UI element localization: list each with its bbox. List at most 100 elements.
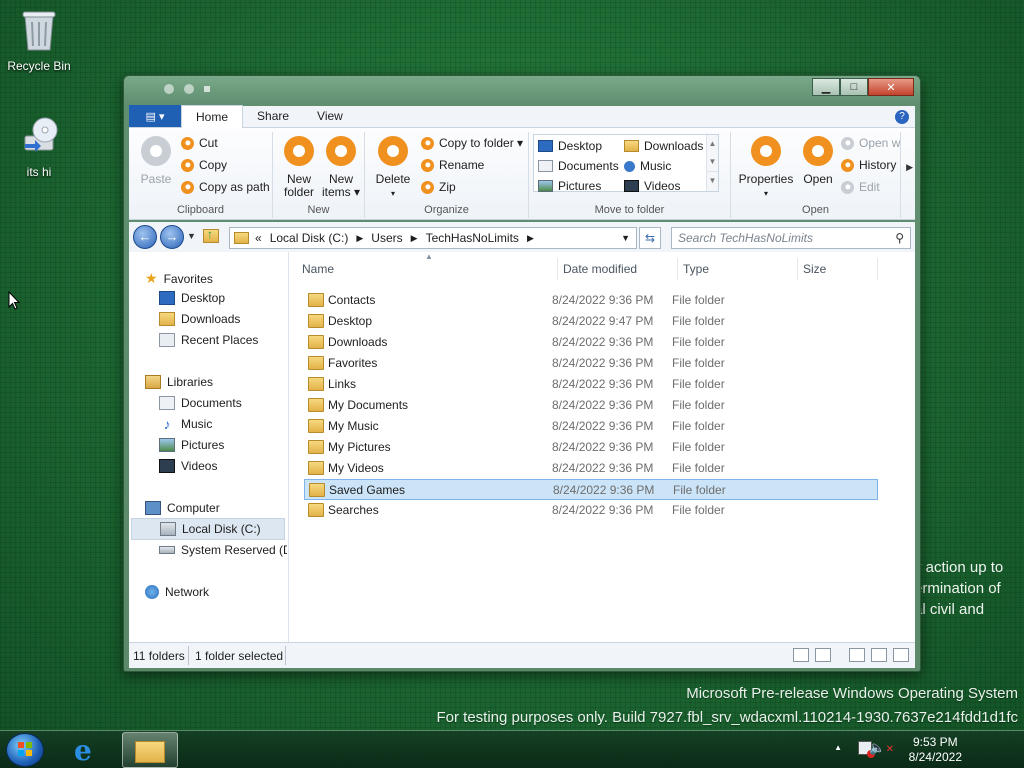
new-items-button[interactable]: New items ▾ — [321, 136, 361, 199]
column-header-type[interactable]: Type — [683, 262, 709, 276]
large-icons-view-icon[interactable] — [815, 648, 831, 662]
desktop-icon-its-hi[interactable]: its hi — [4, 114, 74, 179]
quick-access-toolbar[interactable] — [164, 84, 210, 94]
nav-favorites-recent-places[interactable]: Recent Places — [159, 333, 258, 347]
navigation-pane[interactable]: ★ Favorites Desktop Downloads Recent Plac… — [129, 252, 289, 642]
rename-button[interactable]: Rename — [421, 158, 484, 172]
qat-properties-icon[interactable] — [164, 84, 174, 94]
tab-share[interactable]: Share — [243, 105, 303, 127]
table-row[interactable]: Saved Games 8/24/2022 9:36 PM File folder — [304, 479, 878, 500]
breadcrumb-separator-icon[interactable]: ▶ — [356, 233, 363, 244]
column-divider[interactable] — [557, 258, 558, 280]
delete-button[interactable]: Delete ▾ — [375, 136, 411, 200]
volume-muted-icon[interactable]: 🔈✕ — [869, 740, 894, 756]
gallery-down-icon[interactable]: ▼ — [707, 153, 718, 171]
column-divider[interactable] — [677, 258, 678, 280]
explorer-window[interactable]: ▁ □ ✕ ▤ ▾ Home Share View ? Paste Cut Co… — [123, 75, 921, 672]
move-to-desktop[interactable]: Desktop — [538, 139, 602, 153]
file-list[interactable]: ▲ Name Date modified Type Size Contacts 8… — [289, 252, 915, 642]
breadcrumb-separator-icon[interactable]: ▶ — [411, 233, 418, 244]
open-with-button[interactable]: Open w — [841, 136, 900, 150]
nav-favorites[interactable]: ★ Favorites — [145, 270, 213, 287]
minimize-button[interactable]: ▁ — [812, 78, 840, 96]
address-bar[interactable]: « Local Disk (C:) ▶ Users ▶ TechHasNoLim… — [229, 227, 637, 249]
zip-button[interactable]: Zip — [421, 180, 456, 194]
breadcrumb-local-disk[interactable]: Local Disk (C:) — [270, 231, 349, 245]
table-row[interactable]: Searches 8/24/2022 9:36 PM File folder — [304, 500, 878, 521]
column-header-size[interactable]: Size — [803, 262, 826, 276]
start-button[interactable] — [6, 733, 44, 767]
copy-as-path-button[interactable]: Copy as path — [181, 180, 270, 194]
move-to-videos[interactable]: Videos — [624, 179, 680, 193]
recent-locations-icon[interactable]: ▼ — [187, 231, 196, 241]
qat-new-folder-icon[interactable] — [184, 84, 194, 94]
nav-libraries-music[interactable]: ♪ Music — [159, 417, 213, 431]
details-pane-toggle-icon[interactable] — [893, 648, 909, 662]
table-row[interactable]: My Videos 8/24/2022 9:36 PM File folder — [304, 458, 878, 479]
properties-button[interactable]: Properties ▾ — [735, 136, 797, 200]
refresh-button[interactable]: ⇆ — [639, 227, 661, 249]
copy-to-folder-button[interactable]: Copy to folder ▾ — [421, 136, 523, 150]
column-header-date-modified[interactable]: Date modified — [563, 262, 637, 276]
up-folder-icon[interactable]: ↑ — [203, 227, 219, 243]
system-clock[interactable]: 9:53 PM 8/24/2022 — [909, 735, 962, 765]
show-hidden-icons-button[interactable]: ▲ — [834, 743, 842, 752]
new-folder-button[interactable]: New folder — [281, 136, 317, 199]
move-to-music[interactable]: Music — [624, 159, 671, 173]
table-row[interactable]: Desktop 8/24/2022 9:47 PM File folder — [304, 311, 878, 332]
preview-pane-toggle-icon[interactable] — [871, 648, 887, 662]
nav-network[interactable]: Network — [145, 585, 209, 599]
table-row[interactable]: Links 8/24/2022 9:36 PM File folder — [304, 374, 878, 395]
nav-favorites-desktop[interactable]: Desktop — [159, 291, 225, 305]
back-button[interactable]: ← — [133, 225, 157, 249]
table-row[interactable]: My Music 8/24/2022 9:36 PM File folder — [304, 416, 878, 437]
taskbar-internet-explorer[interactable]: e — [62, 732, 118, 768]
table-row[interactable]: Contacts 8/24/2022 9:36 PM File folder — [304, 290, 878, 311]
gallery-expand-icon[interactable]: ▼ — [707, 171, 718, 189]
tab-home[interactable]: Home — [181, 105, 244, 128]
move-to-folder-gallery[interactable]: Desktop Downloads Documents Music Pictur… — [533, 134, 719, 193]
open-button[interactable]: Open — [801, 136, 835, 186]
gallery-up-icon[interactable]: ▲ — [707, 135, 718, 153]
gallery-scrollbar[interactable]: ▲ ▼ ▼ — [706, 135, 718, 191]
taskbar-windows-explorer[interactable] — [122, 732, 178, 768]
breadcrumb-users[interactable]: Users — [371, 231, 402, 245]
table-row[interactable]: My Documents 8/24/2022 9:36 PM File folder — [304, 395, 878, 416]
table-row[interactable]: Downloads 8/24/2022 9:36 PM File folder — [304, 332, 878, 353]
nav-computer-system-reserved[interactable]: System Reserved (D: — [159, 543, 287, 557]
cut-button[interactable]: Cut — [181, 136, 218, 150]
address-dropdown-icon[interactable]: ▼ — [621, 233, 630, 243]
move-to-documents[interactable]: Documents — [538, 159, 619, 173]
nav-computer-local-disk[interactable]: Local Disk (C:) — [131, 518, 285, 540]
address-overflow[interactable]: « — [255, 231, 262, 245]
nav-libraries-documents[interactable]: Documents — [159, 396, 242, 410]
table-row[interactable]: Favorites 8/24/2022 9:36 PM File folder — [304, 353, 878, 374]
maximize-button[interactable]: □ — [840, 78, 868, 96]
title-bar[interactable]: ▁ □ ✕ — [124, 76, 920, 104]
qat-customize-icon[interactable] — [204, 86, 210, 92]
paste-button[interactable]: Paste — [137, 136, 175, 186]
nav-computer[interactable]: Computer — [145, 501, 220, 515]
file-menu-button[interactable]: ▤ ▾ — [129, 105, 181, 127]
column-divider[interactable] — [797, 258, 798, 280]
move-to-pictures[interactable]: Pictures — [538, 179, 601, 193]
nav-favorites-downloads[interactable]: Downloads — [159, 312, 240, 326]
close-button[interactable]: ✕ — [868, 78, 914, 96]
table-row[interactable]: My Pictures 8/24/2022 9:36 PM File folder — [304, 437, 878, 458]
breadcrumb-techhasnolimits[interactable]: TechHasNoLimits — [426, 231, 519, 245]
tab-view[interactable]: View — [303, 105, 357, 127]
ribbon-scroll-right-icon[interactable]: ▶ — [906, 162, 913, 173]
move-to-downloads[interactable]: Downloads — [624, 139, 703, 153]
history-button[interactable]: History — [841, 158, 896, 172]
copy-button[interactable]: Copy — [181, 158, 227, 172]
breadcrumb-separator-icon[interactable]: ▶ — [527, 233, 534, 244]
column-header-name[interactable]: Name — [302, 262, 334, 276]
nav-libraries[interactable]: Libraries — [145, 375, 213, 389]
desktop-icon-recycle-bin[interactable]: Recycle Bin — [4, 8, 74, 73]
navigation-pane-toggle-icon[interactable] — [849, 648, 865, 662]
nav-libraries-videos[interactable]: Videos — [159, 459, 217, 473]
search-input[interactable]: Search TechHasNoLimits — [678, 231, 813, 245]
help-button[interactable]: ? — [895, 110, 909, 124]
forward-button[interactable]: → — [160, 225, 184, 249]
search-box[interactable]: Search TechHasNoLimits ⚲ — [671, 227, 911, 249]
